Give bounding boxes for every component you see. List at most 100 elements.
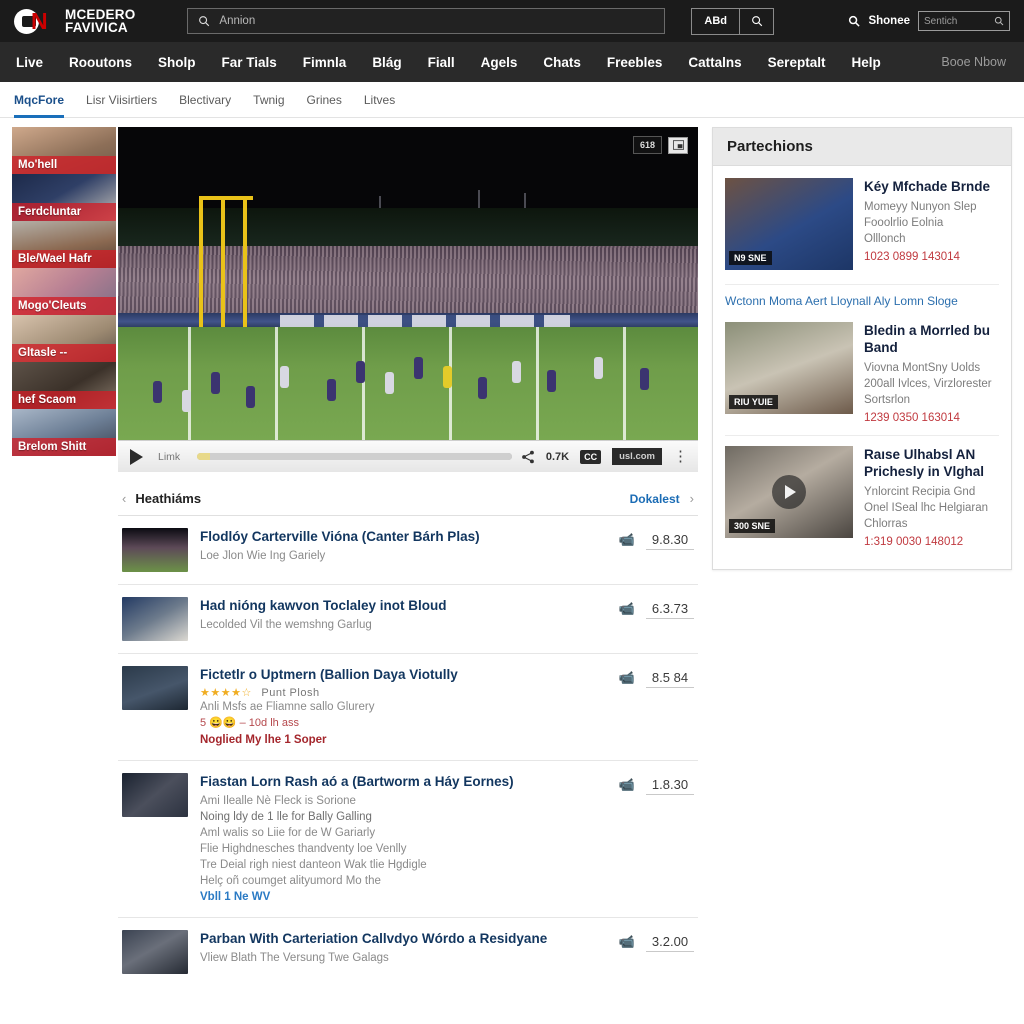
item-desc: Chlorras [864, 518, 908, 530]
nav-item-live[interactable]: Live [16, 55, 43, 70]
player-brand-badge: usl.com [612, 448, 662, 465]
rail-caption: Ble/Wael Hafr [12, 250, 116, 268]
nav-item-rooutons[interactable]: Rooutons [69, 55, 132, 70]
nav-item-far-tials[interactable]: Far Tials [222, 55, 277, 70]
table-row[interactable]: Fictetlr o Uptmern (Ballion Daya Viotull… [118, 654, 698, 761]
chevron-right-icon[interactable]: › [690, 491, 694, 506]
rail-item[interactable]: Ble/Wael Hafr [12, 221, 116, 268]
panel-title: Partechions [713, 128, 1011, 166]
item-tag: 300 SNE [729, 519, 776, 533]
search-submit-group[interactable]: ABd [691, 7, 775, 35]
nav-item-fimnla[interactable]: Fimnla [303, 55, 347, 70]
player-top-badges: 618 [632, 136, 688, 154]
search-icon [751, 16, 762, 27]
section-more-link[interactable]: Dokalest [630, 492, 680, 506]
row-subtitle: Noing ldy de 1 lle for Bally Galling [200, 811, 372, 823]
share-label[interactable]: Shonee [868, 15, 910, 27]
nav-item-sholp[interactable]: Sholp [158, 55, 196, 70]
row-highlight-line: Noglied My lhe 1 Soper [200, 734, 327, 746]
abd-button[interactable]: ABd [692, 8, 741, 34]
table-row[interactable]: Fiastan Lorn Rash aó a (Bartworm a Háy E… [118, 761, 698, 918]
panel-link[interactable]: Wctonn Moma Aert Lloynall Aly Lomn Sloge [725, 284, 999, 312]
table-row[interactable]: Parban With Carteriation Callvdyo Wórdo … [118, 918, 698, 986]
tab-grines[interactable]: Grines [307, 82, 342, 118]
section-title: Heathiáms [135, 491, 202, 506]
video-frame-image [118, 127, 698, 440]
tab-litves[interactable]: Litves [364, 82, 395, 118]
play-icon[interactable] [130, 448, 143, 465]
video-control-bar: Limk 0.7K CC usl.com ⋮ [118, 440, 698, 472]
list-item[interactable]: N9 SNE Kéy Mfchade Brnde Momeyy Nunyon S… [725, 168, 999, 278]
table-row[interactable]: Had nióng kawvon Toclaley inot Bloud Lec… [118, 585, 698, 654]
kebab-menu-icon[interactable]: ⋮ [673, 449, 688, 464]
rail-item[interactable]: Brelom Shitt [12, 409, 116, 456]
row-metrics: 📹 6.3.73 [598, 597, 694, 641]
item-title[interactable]: Bledin a Morrled bu Band [864, 322, 999, 356]
row-metrics: 📹 3.2.00 [598, 930, 694, 974]
list-item[interactable]: RIU YUIE Bledin a Morrled bu Band Viovna… [725, 312, 999, 435]
search-input[interactable] [219, 15, 655, 27]
nav-item-freebles[interactable]: Freebles [607, 55, 663, 70]
item-meta: 1:319 0030 148012 [864, 536, 964, 548]
nav-item-chats[interactable]: Chats [543, 55, 581, 70]
nav-item-fiall[interactable]: Fiall [428, 55, 455, 70]
row-body: Flodlóy Carterville Vióna (Canter Bárh P… [200, 528, 586, 572]
search-icon [994, 16, 1004, 26]
nav-right-label[interactable]: Booe Nbow [941, 42, 1006, 82]
video-icon: 📹 [618, 777, 635, 792]
list-item[interactable]: 300 SNE Raıse Ulhabsl AN Prichesly in Vl… [725, 435, 999, 559]
mini-search-box[interactable] [918, 11, 1010, 31]
picture-in-picture-icon[interactable] [668, 136, 688, 154]
left-rail-column: Mo'hell Ferdcluntar Ble/Wael Hafr Mogo'C… [12, 127, 116, 986]
item-title[interactable]: Raıse Ulhabsl AN Prichesly in Vlghal [864, 446, 999, 480]
nav-item-help[interactable]: Help [851, 55, 880, 70]
row-metrics: 📹 1.8.30 [598, 773, 694, 905]
video-icon: 📹 [618, 601, 635, 616]
rail-item[interactable]: Gltasle -- [12, 315, 116, 362]
video-player[interactable]: 618 [118, 127, 698, 440]
item-title[interactable]: Kéy Mfchade Brnde [864, 178, 999, 195]
video-scrubber[interactable] [197, 453, 512, 460]
play-icon[interactable] [772, 475, 806, 509]
rail-item[interactable]: hef Scaom [12, 362, 116, 409]
item-thumbnail[interactable]: RIU YUIE [725, 322, 853, 414]
section-header: ‹ Heathiáms Dokalest › [118, 482, 698, 516]
sub-navigation-tabs: MqcFore Lisr Viisirtiers Blectivary Twni… [0, 82, 1024, 118]
left-rail-list: Mo'hell Ferdcluntar Ble/Wael Hafr Mogo'C… [12, 127, 116, 456]
nav-item-cattalns[interactable]: Cattalns [688, 55, 741, 70]
mini-search-input[interactable] [924, 15, 990, 27]
item-meta: 1239 0350 163014 [864, 412, 960, 424]
row-reaction-line: 5 😀😀 – 10d lh ass [200, 717, 299, 729]
row-title[interactable]: Flodlóy Carterville Vióna (Canter Bárh P… [200, 528, 586, 545]
main-column: 618 Limk 0.7K CC usl.com ⋮ ‹ Heathiáms D… [118, 127, 698, 986]
row-title[interactable]: Parban With Carteriation Callvdyo Wórdo … [200, 930, 586, 947]
tab-twnig[interactable]: Twnig [253, 82, 284, 118]
closed-caption-button[interactable]: CC [580, 449, 602, 464]
rail-item[interactable]: Mo'hell [12, 127, 116, 174]
row-more-link[interactable]: Vbll 1 Ne WV [200, 889, 586, 905]
row-title[interactable]: Had nióng kawvon Toclaley inot Bloud [200, 597, 586, 614]
chevron-left-icon[interactable]: ‹ [122, 491, 126, 506]
share-icon[interactable] [521, 450, 535, 464]
row-score: 1.8.30 [646, 777, 694, 795]
table-row[interactable]: Flodlóy Carterville Vióna (Canter Bárh P… [118, 516, 698, 585]
search-submit-button[interactable] [740, 9, 773, 34]
item-body: Kéy Mfchade Brnde Momeyy Nunyon Slep Foo… [864, 178, 999, 270]
rail-caption: Mo'hell [12, 156, 116, 174]
tab-mqcfore[interactable]: MqcFore [14, 82, 65, 118]
main-search-box[interactable] [187, 8, 666, 34]
item-thumbnail[interactable]: 300 SNE [725, 446, 853, 538]
nav-item-blag[interactable]: Blág [372, 55, 401, 70]
tab-lisr-viisirtiers[interactable]: Lisr Viisirtiers [86, 82, 157, 118]
rail-item[interactable]: Ferdcluntar [12, 174, 116, 221]
tab-blectivary[interactable]: Blectivary [179, 82, 231, 118]
item-thumbnail[interactable]: N9 SNE [725, 178, 853, 270]
site-logo[interactable]: N MCEDERO FAVIVICA [14, 7, 135, 35]
nav-item-sereptalt[interactable]: Sereptalt [768, 55, 826, 70]
rail-item[interactable]: Mogo'Cleuts [12, 268, 116, 315]
row-subtitle: Tre Deial righ niest danteon Wak tlie Hg… [200, 859, 427, 871]
row-title[interactable]: Fiastan Lorn Rash aó a (Bartworm a Háy E… [200, 773, 586, 790]
row-title[interactable]: Fictetlr o Uptmern (Ballion Daya Viotull… [200, 666, 586, 683]
suggestions-panel: Partechions N9 SNE Kéy Mfchade Brnde Mom… [712, 127, 1012, 570]
nav-item-agels[interactable]: Agels [481, 55, 518, 70]
